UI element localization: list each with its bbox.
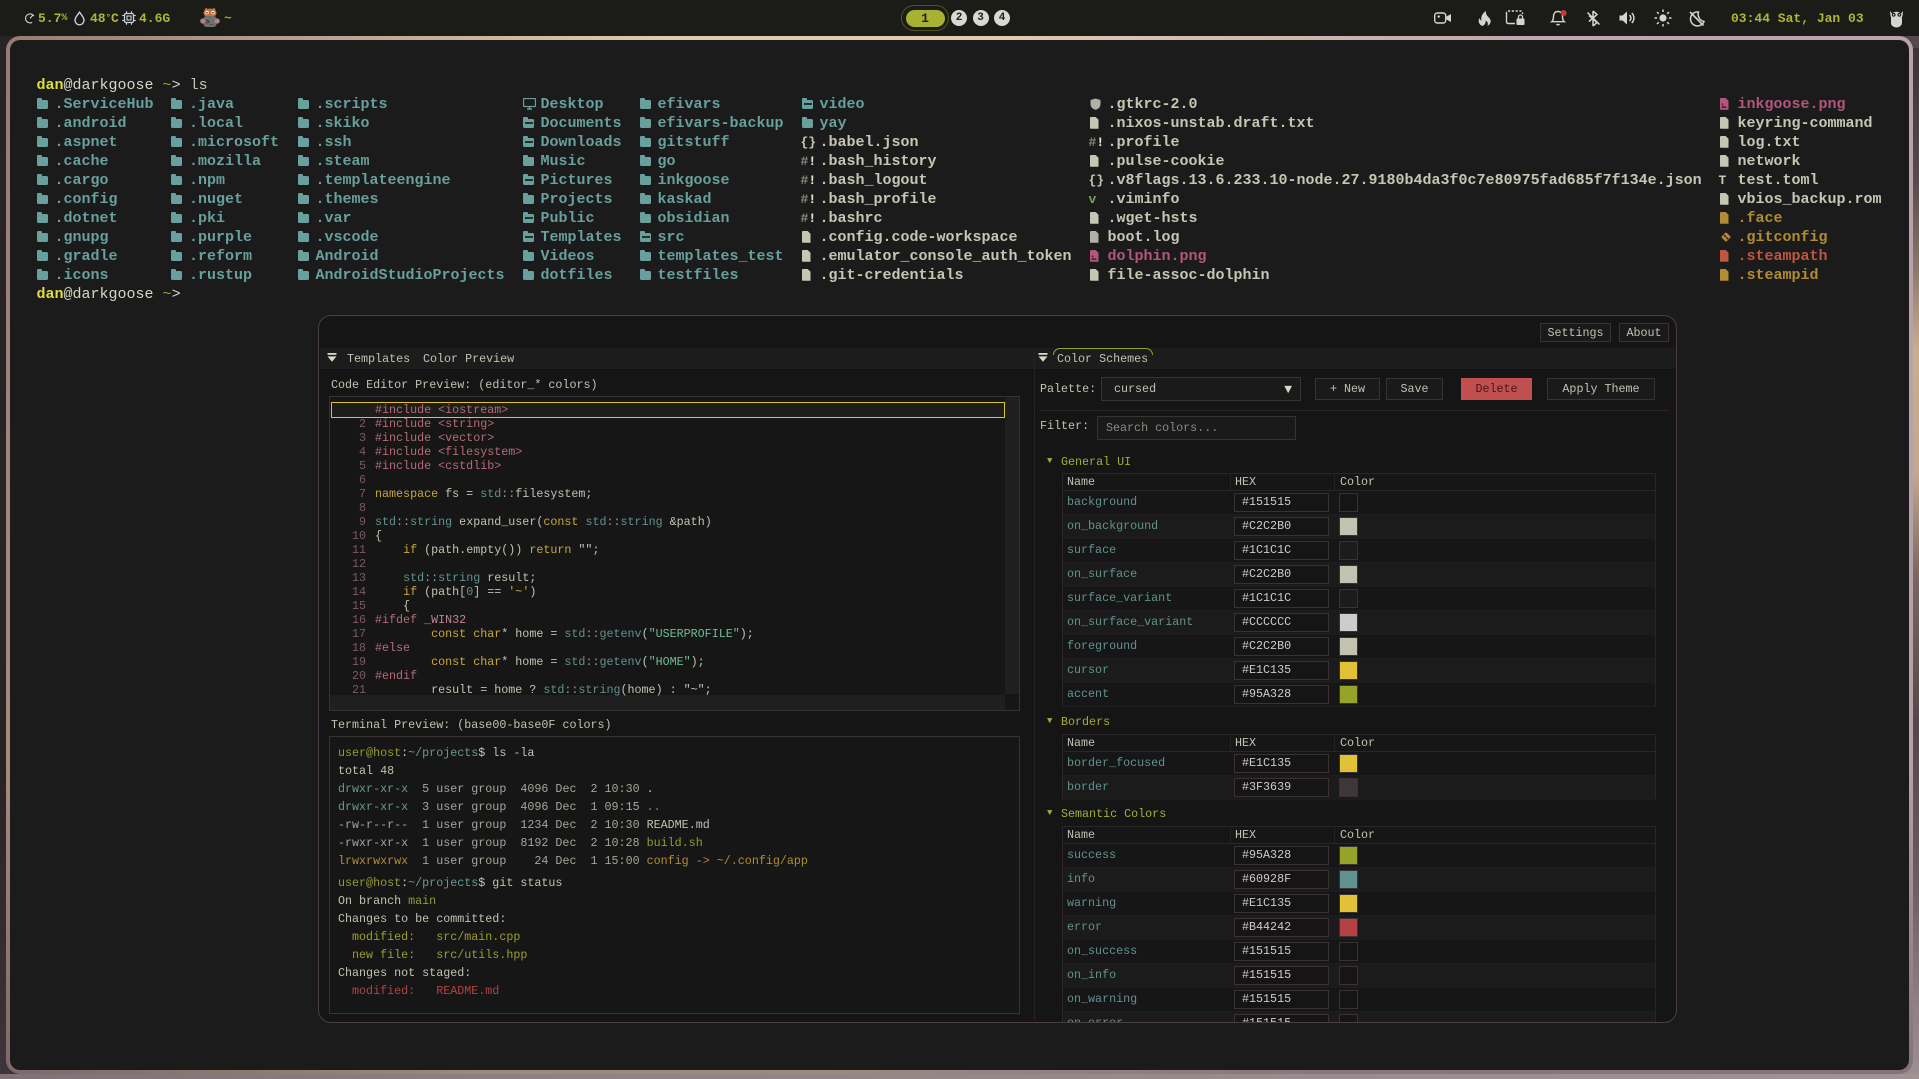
svg-text:>_: >_ (206, 19, 215, 27)
